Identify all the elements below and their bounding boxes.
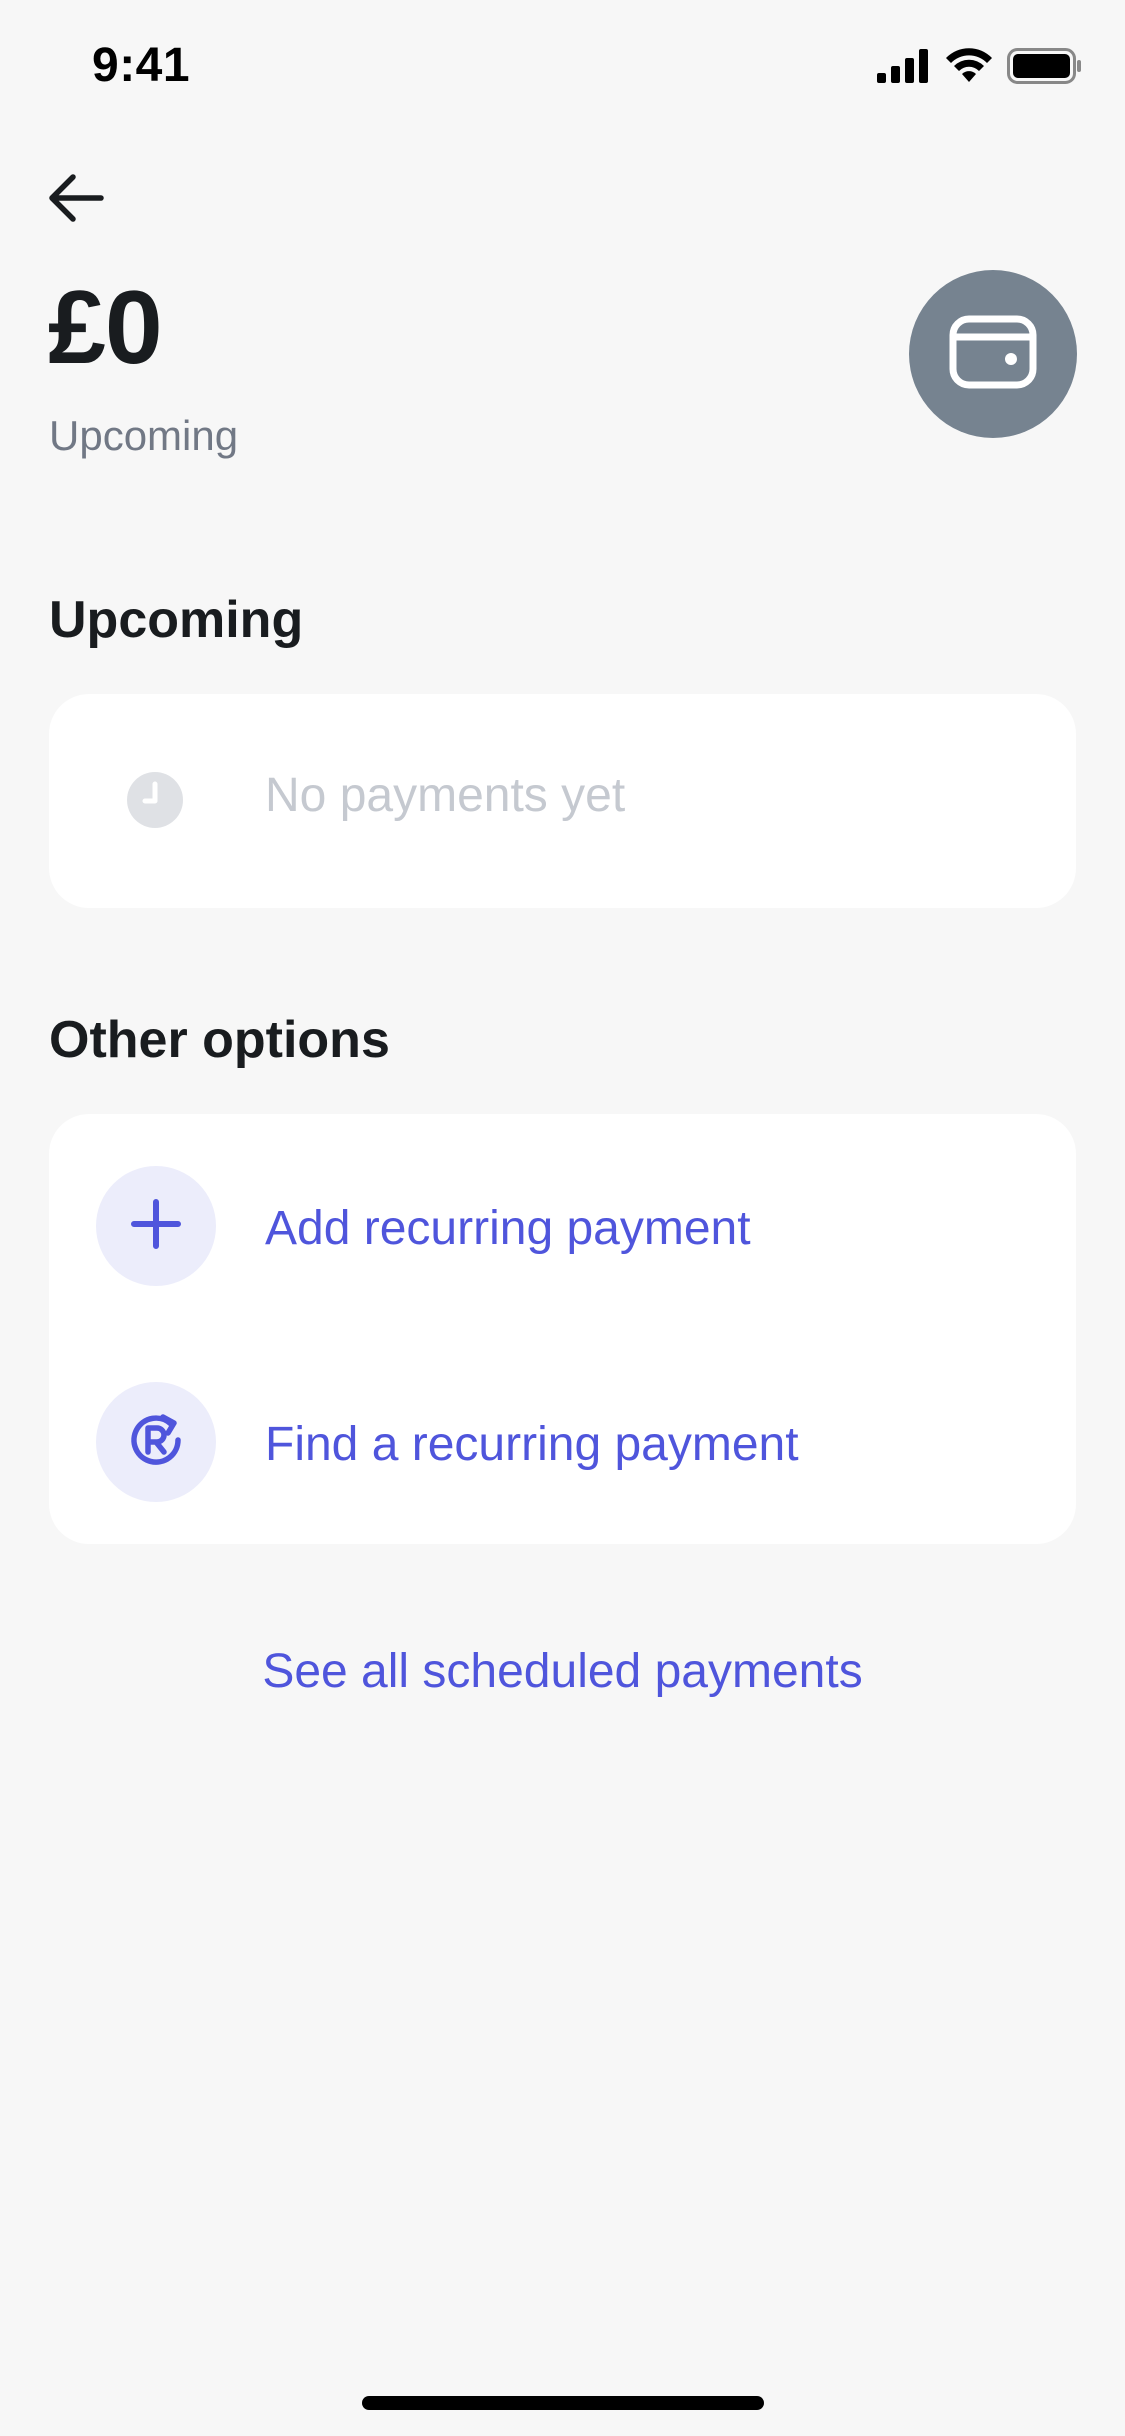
add-recurring-icon-circle: [96, 1166, 216, 1286]
recurring-search-icon: [126, 1410, 186, 1475]
plus-icon: [130, 1198, 182, 1255]
other-options-title: Other options: [49, 1011, 390, 1069]
upcoming-section-title: Upcoming: [49, 591, 304, 649]
find-recurring-icon-circle: [96, 1382, 216, 1502]
add-recurring-payment-button[interactable]: Add recurring payment: [49, 1118, 1076, 1318]
empty-state-row: No payments yet: [49, 694, 1076, 908]
cellular-signal-icon: [877, 49, 931, 88]
find-recurring-payment-button[interactable]: Find a recurring payment: [49, 1334, 1076, 1534]
status-time: 9:41: [92, 39, 191, 92]
see-all-scheduled-payments-link[interactable]: See all scheduled payments: [0, 1644, 1125, 1699]
upcoming-card: No payments yet: [49, 694, 1076, 908]
status-icons: [877, 48, 1083, 89]
amount-caption: Upcoming: [49, 412, 239, 459]
empty-state-text: No payments yet: [265, 769, 626, 822]
upcoming-amount: £0: [48, 270, 163, 386]
arrow-left-icon: [47, 173, 105, 228]
add-recurring-payment-label: Add recurring payment: [265, 1202, 751, 1255]
wifi-icon: [945, 48, 993, 89]
back-button[interactable]: [44, 168, 108, 232]
status-bar: 9:41: [0, 0, 1125, 132]
wallet-avatar[interactable]: [909, 270, 1077, 438]
wallet-icon: [949, 315, 1037, 394]
find-recurring-payment-label: Find a recurring payment: [265, 1418, 799, 1471]
home-indicator[interactable]: [362, 2396, 764, 2410]
clock-icon: [127, 772, 183, 828]
battery-icon: [1007, 48, 1083, 89]
other-options-card: Add recurring payment Find a recurring p…: [49, 1114, 1076, 1544]
